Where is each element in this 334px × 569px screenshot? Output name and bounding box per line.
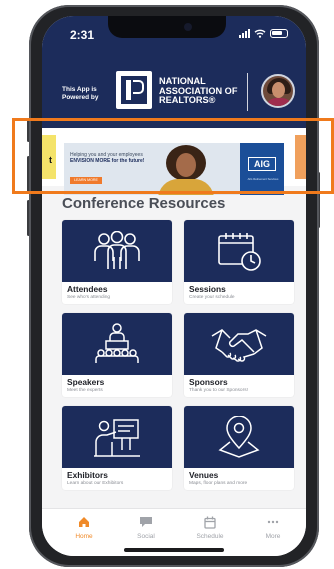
- phone-notch: [108, 16, 226, 38]
- tile-venues[interactable]: Venues Maps, floor plans and more: [184, 406, 294, 490]
- map-pin-icon: [218, 416, 260, 458]
- exhibitor-board-icon: [94, 419, 140, 457]
- status-icons: [239, 29, 288, 38]
- screenshot-stage: 2:31 This App is Powered by NATIONAL ASS…: [0, 0, 334, 569]
- tile-art: [184, 220, 294, 282]
- handshake-icon: [211, 329, 267, 362]
- tile-title: Sessions: [189, 284, 226, 294]
- tab-home[interactable]: Home: [64, 515, 104, 540]
- tile-art: [184, 313, 294, 375]
- calendar-icon: [204, 516, 216, 529]
- organization-name: NATIONAL ASSOCIATION OF REALTORS®: [159, 76, 237, 106]
- cellular-signal-icon: [239, 29, 250, 38]
- tile-sponsors[interactable]: Sponsors Thank you to our Sponsors!: [184, 313, 294, 397]
- home-icon: [79, 517, 89, 527]
- tile-art: [62, 406, 172, 468]
- powered-by-label: This App is Powered by: [62, 86, 99, 101]
- tile-art: [62, 313, 172, 375]
- home-indicator[interactable]: [124, 548, 224, 552]
- tile-exhibitors[interactable]: Exhibitors Learn about our Exhibitors: [62, 406, 172, 490]
- tile-title: Sponsors: [189, 377, 228, 387]
- people-group-icon: [94, 231, 140, 269]
- chat-bubble-icon: [140, 517, 152, 527]
- tab-social[interactable]: Social: [126, 515, 166, 540]
- tab-schedule[interactable]: Schedule: [190, 515, 230, 540]
- camera-dot: [184, 23, 192, 31]
- realtors-logo: [116, 71, 152, 109]
- status-time: 2:31: [70, 28, 95, 42]
- section-title: Conference Resources: [62, 195, 226, 212]
- tile-subtitle: Thank you to our Sponsors!: [189, 388, 248, 393]
- tab-label: Social: [137, 533, 155, 540]
- tile-title: Speakers: [67, 377, 105, 387]
- tile-title: Exhibitors: [67, 470, 108, 480]
- battery-icon: [270, 29, 288, 38]
- tile-sessions[interactable]: Sessions Create your schedule: [184, 220, 294, 304]
- wifi-icon: [254, 29, 266, 38]
- tile-title: Venues: [189, 470, 219, 480]
- tab-label: Schedule: [196, 533, 224, 540]
- tile-title: Attendees: [67, 284, 108, 294]
- calendar-clock-icon: [218, 233, 261, 271]
- tile-subtitle: Learn about our Exhibitors: [67, 481, 124, 486]
- tile-subtitle: Create your schedule: [189, 295, 235, 300]
- tile-art: [62, 220, 172, 282]
- ad-highlight-box: [12, 118, 334, 194]
- tile-subtitle: Maps, floor plans and more: [189, 481, 248, 486]
- tile-subtitle: Meet the experts: [67, 388, 103, 393]
- tile-art: [184, 406, 294, 468]
- tile-attendees[interactable]: Attendees See who's attending: [62, 220, 172, 304]
- podium-speaker-icon: [95, 323, 139, 363]
- more-dots-icon: [267, 520, 279, 524]
- tile-subtitle: See who's attending: [67, 295, 111, 300]
- org-name-line3: REALTORS®: [159, 95, 216, 105]
- user-avatar[interactable]: [261, 74, 295, 108]
- tab-more[interactable]: More: [253, 515, 293, 540]
- tile-speakers[interactable]: Speakers Meet the experts: [62, 313, 172, 397]
- tab-label: More: [265, 533, 281, 540]
- app-screen: 2:31 This App is Powered by NATIONAL ASS…: [42, 16, 306, 556]
- header-divider: [247, 73, 248, 111]
- tab-label: Home: [75, 533, 93, 540]
